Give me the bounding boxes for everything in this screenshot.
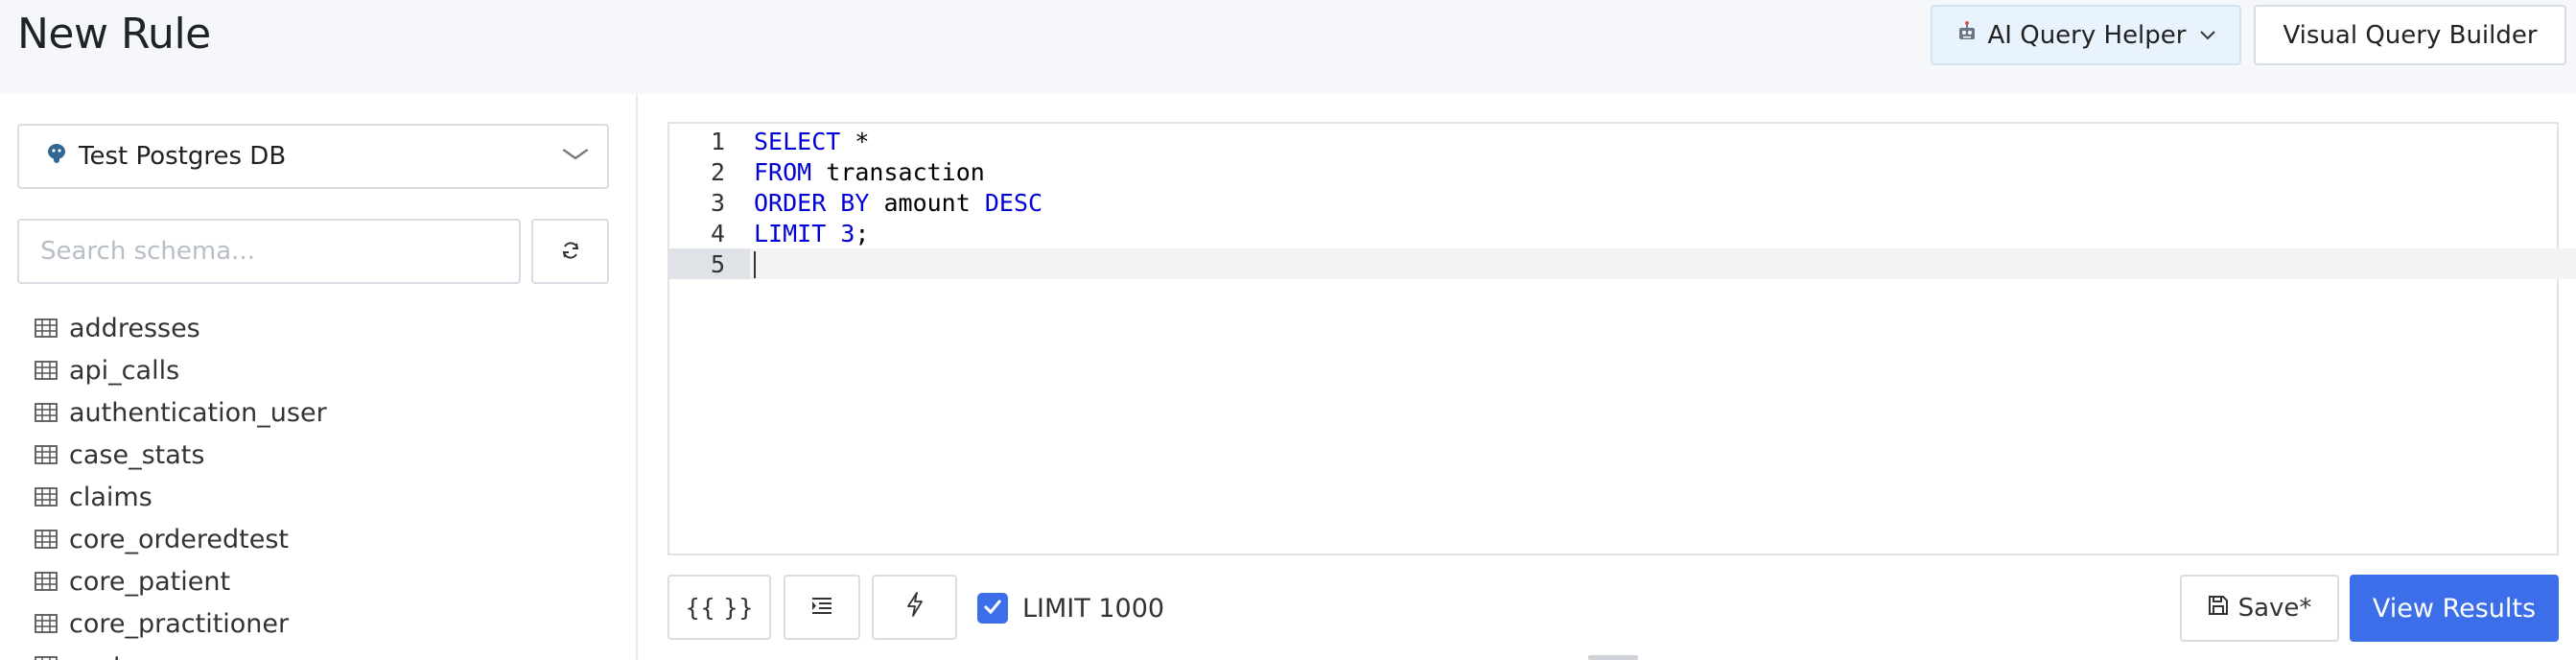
table-list-item[interactable]: api_calls <box>35 349 327 391</box>
table-name: claims <box>69 482 152 512</box>
limit-label: LIMIT 1000 <box>1022 594 1165 624</box>
table-icon <box>35 656 58 660</box>
code-line[interactable]: 5 <box>711 248 2576 279</box>
run-query-button[interactable] <box>872 575 957 640</box>
text-cursor <box>754 251 756 278</box>
database-select[interactable]: Test Postgres DB <box>17 124 609 189</box>
line-number: 3 <box>710 188 725 217</box>
ai-query-helper-button[interactable]: AI Query Helper <box>1931 5 2241 65</box>
code-line[interactable]: 4 LIMIT 3; <box>669 218 2557 248</box>
table-list-item[interactable]: addresses <box>35 307 327 349</box>
table-icon <box>35 572 58 591</box>
table-icon <box>35 361 58 380</box>
line-code: SELECT * <box>754 128 869 155</box>
postgres-icon <box>44 141 69 172</box>
save-icon <box>2208 594 2238 623</box>
table-name: authentication_user <box>69 397 327 428</box>
indent-icon <box>811 594 832 622</box>
sql-keyword: FROM <box>754 157 812 186</box>
schema-sidebar: Test Postgres DB addresses api_callsauthe… <box>0 94 638 660</box>
code-line[interactable]: 1 SELECT * <box>669 126 2557 156</box>
table-list-item[interactable]: cust... <box>35 645 327 660</box>
view-results-button[interactable]: View Results <box>2350 575 2559 642</box>
robot-icon <box>1955 20 1979 50</box>
sql-keyword: DESC <box>984 188 1043 217</box>
line-code <box>754 249 756 278</box>
save-label: Save* <box>2237 594 2312 623</box>
code-line[interactable]: 2 FROM transaction <box>669 156 2557 187</box>
save-button[interactable]: Save* <box>2180 575 2339 642</box>
line-number: 4 <box>710 219 725 248</box>
table-list-item[interactable]: core_patient <box>35 560 327 602</box>
table-name: core_practitioner <box>69 608 290 639</box>
refresh-icon <box>560 236 581 268</box>
code-line[interactable]: 3 ORDER BY amount DESC <box>669 187 2557 218</box>
table-icon <box>35 487 58 507</box>
sql-editor[interactable]: 1 SELECT * 2 FROM transaction 3 ORDER BY amou… <box>667 122 2576 555</box>
table-icon <box>35 614 58 633</box>
search-schema-input[interactable] <box>17 219 521 284</box>
sql-text: amount <box>869 188 985 217</box>
line-number: 5 <box>710 249 725 278</box>
limit-checkbox[interactable] <box>977 593 1008 624</box>
table-name: core_orderedtest <box>69 524 289 554</box>
table-icon <box>35 403 58 422</box>
table-name: case_stats <box>69 439 205 470</box>
table-icon <box>35 445 58 464</box>
sql-text: transaction <box>811 157 985 186</box>
sql-keyword: LIMIT <box>754 219 827 248</box>
table-icon <box>35 530 58 549</box>
lightning-icon <box>906 592 924 623</box>
table-name: core_patient <box>69 566 231 597</box>
format-indent-button[interactable] <box>784 575 860 640</box>
visual-query-builder-button[interactable]: Visual Query Builder <box>2254 5 2566 65</box>
template-variables-button[interactable]: {{ }} <box>667 575 771 640</box>
sql-keyword: SELECT <box>754 127 841 155</box>
table-name: addresses <box>69 313 200 343</box>
database-select-label: Test Postgres DB <box>79 142 287 171</box>
table-list-item[interactable]: claims <box>35 476 327 518</box>
line-number: 2 <box>710 157 725 186</box>
page-title: New Rule <box>17 10 211 59</box>
sql-text: ; <box>855 219 870 248</box>
template-variables-label: {{ }} <box>685 593 754 622</box>
table-list-item[interactable]: case_stats <box>35 434 327 476</box>
refresh-schema-button[interactable] <box>531 219 609 284</box>
table-icon <box>35 318 58 338</box>
line-code: ORDER BY amount DESC <box>754 189 1042 217</box>
line-code: FROM transaction <box>754 158 985 186</box>
chevron-down-icon <box>2199 23 2216 47</box>
table-list-item[interactable]: authentication_user <box>35 391 327 434</box>
line-code: LIMIT 3; <box>754 220 869 248</box>
ai-query-helper-label: AI Query Helper <box>1987 20 2187 50</box>
table-name: cust... <box>69 651 148 660</box>
schema-table-list: addresses api_calls authentication_usercas… <box>35 307 327 660</box>
sql-keyword: 3 <box>840 219 855 248</box>
check-icon <box>982 598 1003 619</box>
table-list-item[interactable]: core_orderedtest <box>35 518 327 560</box>
sql-keyword: ORDER BY <box>754 188 870 217</box>
chevron-down-icon <box>561 139 591 168</box>
line-number: 1 <box>710 127 725 155</box>
table-name: api_calls <box>69 355 180 386</box>
resize-handle[interactable] <box>1588 655 1638 660</box>
table-list-item[interactable]: core_practitioner <box>35 602 327 645</box>
header: New Rule AI Query Helper Visual Query Bu… <box>0 0 2576 94</box>
sql-text: * <box>840 127 870 155</box>
